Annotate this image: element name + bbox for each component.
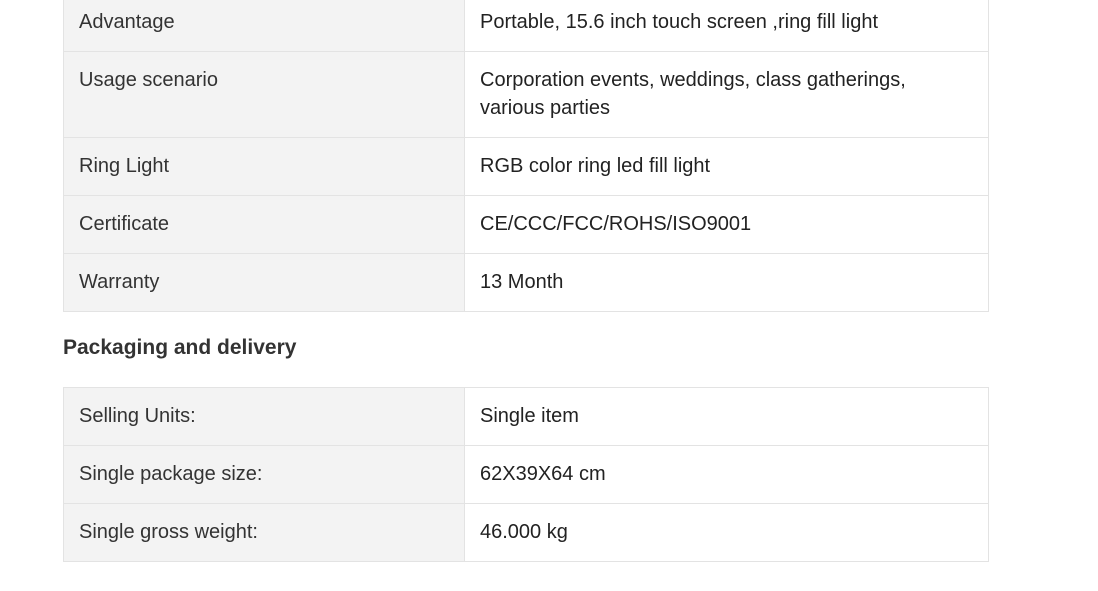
attribute-label: Ring Light	[63, 137, 465, 196]
packaging-value: 46.000 kg	[464, 503, 989, 562]
table-row: Single package size: 62X39X64 cm	[63, 445, 989, 504]
table-row: Usage scenario Corporation events, weddi…	[63, 51, 989, 138]
attribute-value: 13 Month	[464, 253, 989, 312]
packaging-value: 62X39X64 cm	[464, 445, 989, 504]
attribute-value: Portable, 15.6 inch touch screen ,ring f…	[464, 0, 989, 52]
attribute-label: Usage scenario	[63, 51, 465, 138]
packaging-section-title: Packaging and delivery	[63, 336, 297, 359]
attributes-table: Advantage Portable, 15.6 inch touch scre…	[63, 0, 989, 312]
table-row: Advantage Portable, 15.6 inch touch scre…	[63, 0, 989, 52]
packaging-label: Selling Units:	[63, 387, 465, 446]
table-row: Selling Units: Single item	[63, 387, 989, 446]
table-row: Ring Light RGB color ring led fill light	[63, 137, 989, 196]
table-row: Warranty 13 Month	[63, 253, 989, 312]
attribute-label: Advantage	[63, 0, 465, 52]
table-row: Single gross weight: 46.000 kg	[63, 503, 989, 562]
attribute-value: CE/CCC/FCC/ROHS/ISO9001	[464, 195, 989, 254]
packaging-label: Single gross weight:	[63, 503, 465, 562]
table-row: Certificate CE/CCC/FCC/ROHS/ISO9001	[63, 195, 989, 254]
product-details: Advantage Portable, 15.6 inch touch scre…	[63, 0, 989, 562]
packaging-table: Selling Units: Single item Single packag…	[63, 387, 989, 562]
attribute-value: Corporation events, weddings, class gath…	[464, 51, 989, 138]
attribute-label: Warranty	[63, 253, 465, 312]
packaging-label: Single package size:	[63, 445, 465, 504]
attribute-value: RGB color ring led fill light	[464, 137, 989, 196]
attribute-label: Certificate	[63, 195, 465, 254]
packaging-value: Single item	[464, 387, 989, 446]
